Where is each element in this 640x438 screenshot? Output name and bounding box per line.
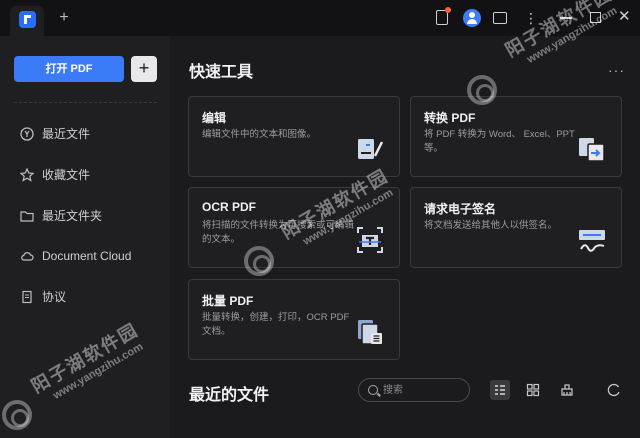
cleanup-button[interactable] xyxy=(557,380,577,400)
search-icon xyxy=(368,385,378,395)
card-title: 请求电子签名 xyxy=(424,202,497,216)
card-title: OCR PDF xyxy=(202,200,256,214)
broom-icon xyxy=(561,384,573,396)
notification-icon[interactable] xyxy=(436,7,451,25)
tool-card-edit[interactable]: 编辑 编辑文件中的文本和图像。 xyxy=(188,96,400,177)
convert-icon xyxy=(579,138,605,162)
star-icon xyxy=(20,168,34,182)
grid-view-button[interactable] xyxy=(523,380,543,400)
add-button[interactable]: + xyxy=(131,56,157,82)
sidebar-item-label: 最近文件 xyxy=(42,127,91,141)
sidebar-item-favorites[interactable]: 收藏文件 xyxy=(20,165,160,185)
more-vertical-icon[interactable]: ⋮ xyxy=(522,9,540,27)
sidebar-divider xyxy=(14,102,157,103)
card-title: 编辑 xyxy=(202,111,227,125)
sidebar: 打开 PDF + 最近文件 收藏文件 最近文件夹 Document Cloud … xyxy=(0,36,170,438)
more-icon[interactable]: ··· xyxy=(608,62,625,78)
avatar[interactable] xyxy=(463,9,481,27)
card-title: 转换 PDF xyxy=(424,111,476,125)
ocr-icon xyxy=(357,227,383,253)
title-bar: + ⋮ ✕ xyxy=(0,0,640,36)
search-input[interactable] xyxy=(383,382,463,398)
new-tab-button[interactable]: + xyxy=(56,8,72,28)
sidebar-item-recent-folders[interactable]: 最近文件夹 xyxy=(20,206,160,226)
recent-icon xyxy=(20,127,34,141)
sidebar-item-agreement[interactable]: 协议 xyxy=(20,287,160,307)
cloud-icon xyxy=(21,252,34,261)
batch-icon xyxy=(358,320,382,345)
refresh-button[interactable] xyxy=(604,380,624,400)
close-button[interactable]: ✕ xyxy=(618,8,636,26)
refresh-icon xyxy=(607,383,620,397)
sidebar-item-document-cloud[interactable]: Document Cloud xyxy=(20,246,160,266)
card-description: 批量转换，创建，打印，OCR PDF 文档。 xyxy=(202,312,350,337)
tool-card-batch[interactable]: 批量 PDF 批量转换，创建，打印，OCR PDF 文档。 xyxy=(188,279,400,360)
list-view-icon xyxy=(495,385,505,395)
sidebar-item-label: Document Cloud xyxy=(42,249,132,263)
tool-card-esign[interactable]: 请求电子签名 将文档发送给其他人以供签名。 xyxy=(410,187,622,268)
sidebar-item-label: 协议 xyxy=(42,290,67,304)
card-description: 将扫描的文件转换为可搜索或可编辑的文本。 xyxy=(202,220,355,245)
card-title: 批量 PDF xyxy=(202,294,254,308)
maximize-button[interactable] xyxy=(590,12,601,23)
message-icon[interactable] xyxy=(493,12,507,24)
open-pdf-button[interactable]: 打开 PDF xyxy=(14,56,124,82)
grid-view-icon xyxy=(526,383,540,397)
sidebar-item-label: 收藏文件 xyxy=(42,168,91,182)
sidebar-item-label: 最近文件夹 xyxy=(42,209,103,223)
app-logo-icon xyxy=(19,11,36,28)
folder-icon xyxy=(20,211,34,222)
tool-card-ocr[interactable]: OCR PDF 将扫描的文件转换为可搜索或可编辑的文本。 xyxy=(188,187,400,268)
card-description: 将 PDF 转换为 Word、 Excel、PPT等。 xyxy=(424,129,575,154)
edit-icon xyxy=(358,139,384,159)
sidebar-item-recent[interactable]: 最近文件 xyxy=(20,124,160,144)
signature-icon xyxy=(579,230,605,252)
recent-files-title: 最近的文件 xyxy=(189,387,270,404)
search-box[interactable] xyxy=(358,378,470,402)
card-description: 将文档发送给其他人以供签名。 xyxy=(424,220,558,231)
list-view-button[interactable] xyxy=(490,380,510,400)
tool-card-convert[interactable]: 转换 PDF 将 PDF 转换为 Word、 Excel、PPT等。 xyxy=(410,96,622,177)
minimize-button[interactable] xyxy=(560,17,572,19)
document-icon xyxy=(22,290,32,304)
card-description: 编辑文件中的文本和图像。 xyxy=(202,129,317,140)
quick-tools-title: 快速工具 xyxy=(189,64,254,81)
home-tab[interactable] xyxy=(10,6,44,36)
